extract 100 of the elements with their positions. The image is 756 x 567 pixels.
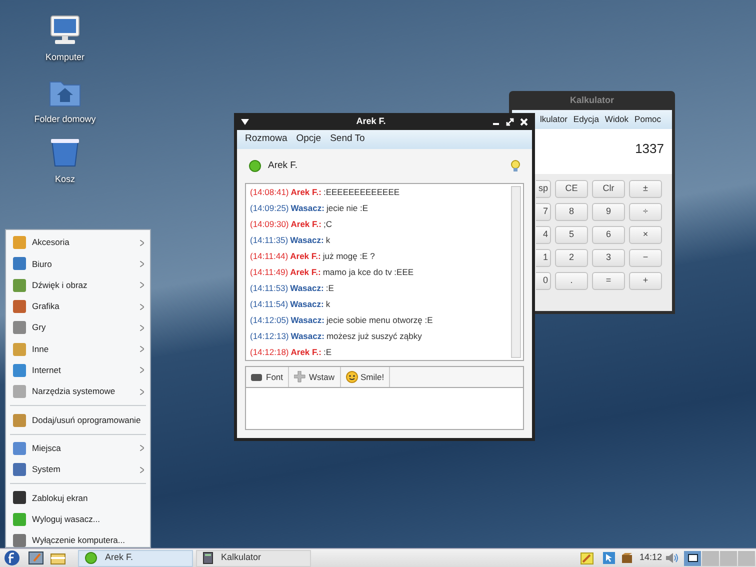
message-text: jecie nie :E <box>326 202 368 214</box>
application-icon <box>12 256 27 272</box>
message-sender: Arek F.: <box>290 186 322 198</box>
application-icon <box>12 384 27 400</box>
maximize-icon <box>506 118 514 126</box>
menu-item[interactable]: lkulator <box>540 113 568 126</box>
smiley-icon <box>346 371 358 383</box>
message-text: :E <box>323 346 332 358</box>
window-title: Kalkulator <box>570 94 614 107</box>
menu-item[interactable]: Pomoc <box>634 113 662 126</box>
calculator-key[interactable]: sp <box>536 180 551 198</box>
application-icon <box>12 533 27 548</box>
workspace[interactable] <box>684 550 701 566</box>
calculator-key[interactable]: 3 <box>592 249 625 267</box>
menu-entry[interactable]: Wyłączenie komputera... <box>6 530 150 552</box>
calculator-key[interactable]: 1 <box>536 249 551 267</box>
calculator-key[interactable]: 8 <box>555 203 588 221</box>
menu-entry[interactable]: Dźwięk i obraz <box>6 274 150 296</box>
menu-entry[interactable]: System <box>6 458 150 480</box>
calculator-key[interactable]: ± <box>629 180 662 198</box>
message-text: ;C <box>323 218 332 230</box>
menu-entry[interactable]: Grafika <box>6 296 150 318</box>
message-sender: Arek F.: <box>290 346 322 358</box>
calculator-key[interactable]: + <box>629 272 662 290</box>
calculator-icon <box>203 552 213 564</box>
application-icon <box>12 440 27 456</box>
application-icon <box>12 342 27 357</box>
menu-entry[interactable]: Biuro <box>6 253 150 275</box>
message-sender: Arek F.: <box>290 266 321 278</box>
calculator-key[interactable]: 4 <box>536 226 551 244</box>
calculator-key[interactable]: 9 <box>592 203 625 221</box>
calculator-key[interactable]: 2 <box>555 249 588 267</box>
menu-entry[interactable]: Miejsca <box>6 438 150 459</box>
calculator-key[interactable]: CE <box>555 180 588 198</box>
calculator-key[interactable]: ÷ <box>629 203 662 221</box>
menu-entry[interactable]: Dodaj/usuń oprogramowanie <box>6 409 150 431</box>
close-icon <box>520 118 528 126</box>
menu-item[interactable]: Edycja <box>573 113 599 126</box>
application-icon <box>12 462 27 478</box>
application-icon <box>12 235 27 250</box>
minimize-icon <box>493 123 499 125</box>
plus-icon <box>294 371 306 383</box>
message-time: (14:12:05) <box>250 314 289 326</box>
message-time: (14:11:53) <box>250 282 288 294</box>
message-text: mamo ja kce do tv :EEE <box>322 266 414 278</box>
menu-entry[interactable]: Zablokuj ekran <box>6 487 150 509</box>
pencil-icon <box>580 551 594 565</box>
calculator-key[interactable]: Clr <box>592 180 625 198</box>
message-sender: Wasacz: <box>290 202 324 214</box>
contact-name: Arek F. <box>268 158 299 173</box>
message-text: jecie sobie menu otworzę :E <box>326 314 433 326</box>
calculator-key[interactable]: . <box>555 272 588 290</box>
message-text: k <box>326 234 330 246</box>
toolbar-button[interactable]: Font <box>246 367 290 387</box>
menu-item[interactable]: Widok <box>604 113 629 126</box>
menu-entry[interactable]: Narzędzia systemowe <box>6 381 150 402</box>
menu-item[interactable]: Send To <box>330 132 365 147</box>
clock: 14:12 <box>639 551 662 564</box>
image-viewer-icon <box>28 551 44 565</box>
desktop-icon-label[interactable]: Folder domowy <box>34 113 96 126</box>
scrollbar[interactable] <box>511 186 521 358</box>
menu-item[interactable]: Opcje <box>296 132 322 147</box>
desktop-icon-label[interactable]: Komputer <box>45 51 85 64</box>
calculator-key[interactable]: 5 <box>555 226 588 244</box>
application-icon <box>12 362 27 378</box>
calculator-key[interactable]: 6 <box>592 226 625 244</box>
box-icon <box>621 552 634 564</box>
message-sender: Wasacz: <box>290 330 324 342</box>
taskbar-button[interactable]: Kalkulator <box>196 550 311 566</box>
message-time: (14:12:13) <box>250 330 289 342</box>
message-text: możesz już suszyć ząbky <box>326 330 422 342</box>
taskbar-button[interactable]: Arek F. <box>78 550 193 566</box>
message-input[interactable] <box>245 388 524 430</box>
menu-item[interactable]: Rozmowa <box>245 132 288 147</box>
message-time: (14:11:49) <box>250 266 288 278</box>
application-icon <box>12 412 27 428</box>
calculator-key[interactable]: = <box>592 272 625 290</box>
menu-entry[interactable]: Wyloguj wasacz... <box>6 508 150 530</box>
application-icon <box>12 490 27 506</box>
message-sender: Wasacz: <box>290 234 324 246</box>
desktop-icon-label[interactable]: Kosz <box>54 173 75 186</box>
menu-entry[interactable]: Akcesoria <box>6 232 150 254</box>
message-text: :E <box>326 282 334 294</box>
font-icon <box>251 371 263 383</box>
toolbar-button[interactable]: Smile! <box>340 367 390 387</box>
menu-entry[interactable]: Gry <box>6 317 150 338</box>
toolbar-button[interactable]: Wstaw <box>289 367 341 387</box>
menu-entry[interactable]: Internet <box>6 360 150 382</box>
message-time: (14:11:54) <box>250 298 288 310</box>
message-time: (14:08:41) <box>250 186 289 198</box>
application-icon <box>12 278 27 293</box>
application-icon <box>12 299 27 314</box>
window-menu-icon <box>241 118 249 124</box>
calculator-key[interactable]: × <box>629 226 662 244</box>
menu-entry[interactable]: Inne <box>6 338 150 360</box>
message-time: (14:09:30) <box>250 218 289 230</box>
calculator-key[interactable]: 7 <box>536 203 551 221</box>
calculator-key[interactable]: − <box>629 249 662 267</box>
lightbulb-icon <box>511 160 520 172</box>
calculator-key[interactable]: 0 <box>536 272 551 290</box>
